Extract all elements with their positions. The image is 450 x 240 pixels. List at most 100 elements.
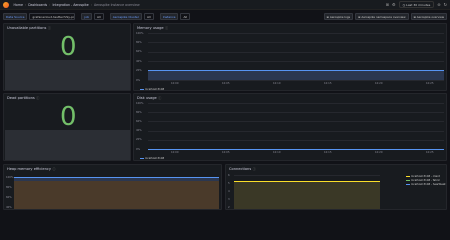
time-range-picker[interactable]: ◷ Last 30 minutes (398, 1, 435, 8)
panel-title-text: Disk usage (137, 95, 157, 100)
memory-series-line (148, 70, 444, 80)
panel-title: Unavailable partitions ⓘ (7, 26, 51, 30)
top-nav-bar: Home › Dashboards › Integration - Aerosp… (0, 0, 450, 10)
breadcrumb-separator: › (24, 2, 27, 7)
info-icon[interactable]: ⓘ (48, 26, 51, 30)
variable-label-cluster: Aerospike Cluster (109, 12, 142, 21)
link-namespace-overview[interactable]: ⊞ Aerospike namespace overview (355, 12, 409, 21)
stat-value: 0 (60, 32, 77, 62)
info-icon[interactable]: ⓘ (36, 96, 39, 100)
legend-item[interactable]: localhost:3148 (140, 157, 164, 160)
breadcrumb-separator: › (90, 2, 93, 7)
legend-swatch (406, 180, 410, 181)
y-axis-tick-label: 20% (136, 69, 142, 73)
y-axis-tick-label: 100% (136, 101, 144, 105)
variable-label-datasource: Data Source (3, 12, 28, 21)
grid-line (148, 130, 444, 132)
panel-memory-usage[interactable]: Memory usage ⓘ 100% 80% 60% 40% 20% 0% 10:00 10… (133, 23, 447, 91)
x-axis-tick-label: 10:25 (426, 82, 434, 85)
link-label: Aerospike logs (329, 14, 351, 19)
legend-item[interactable]: localhost:3148 - fabric (406, 179, 440, 182)
variables-bar: Data Source grafanacloud-testtechhly-pro… (0, 11, 450, 22)
y-axis-tick-label: 80% (6, 185, 12, 189)
grid-line (148, 33, 444, 34)
grid-line (148, 61, 444, 63)
legend-label: localhost:3148 - fabric (411, 179, 441, 182)
y-axis-tick-label: 100% (6, 175, 14, 179)
add-panel-icon[interactable]: ⊞ (386, 2, 389, 7)
breadcrumb-integration[interactable]: Integration - Aerospike (52, 3, 88, 7)
legend-swatch (140, 89, 144, 90)
y-axis-tick-label: 40% (136, 129, 142, 133)
variable-select-datasource[interactable]: grafanacloud-testtechhly-prom (29, 12, 76, 21)
info-icon[interactable]: ⓘ (253, 167, 256, 171)
x-axis-tick-label: 10:20 (375, 151, 383, 154)
settings-icon[interactable]: ⚙ (392, 2, 396, 7)
x-axis-tick-label: 10:05 (222, 151, 230, 154)
x-axis-tick-label: 10:10 (273, 151, 281, 154)
zoom-out-icon[interactable]: ⊖ (437, 2, 440, 7)
stat-sparkline (5, 130, 130, 160)
info-icon[interactable]: ⓘ (52, 167, 55, 171)
panel-title: Memory usage ⓘ (137, 26, 168, 30)
panel-title-text: Dead partitions (7, 95, 35, 100)
y-axis-tick-label: 20% (136, 138, 142, 142)
grafana-logo-icon[interactable] (3, 1, 9, 8)
y-axis-tick-label: 6 (228, 173, 230, 177)
panel-title: Disk usage ⓘ (137, 96, 161, 100)
legend-label: localhost:3148 (145, 157, 165, 160)
legend-swatch (140, 158, 144, 159)
panel-title-text: Unavailable partitions (7, 25, 47, 30)
panel-title: Dead partitions ⓘ (7, 96, 39, 100)
topbar-controls: ⊞ ⚙ ◷ Last 30 minutes ⊖ ↻ (386, 1, 447, 8)
y-axis-tick-label: 80% (136, 40, 142, 44)
panel-title-text: Memory usage (137, 25, 164, 30)
y-axis-tick-label: 40% (136, 59, 142, 63)
y-axis-tick-label: 60% (136, 119, 142, 123)
variable-select-instance[interactable]: All (180, 12, 191, 21)
panel-unavailable-partitions[interactable]: Unavailable partitions ⓘ 0 (3, 23, 131, 91)
variable-label-job: job (81, 12, 92, 21)
grid-line (148, 121, 444, 123)
y-axis-tick-label: 3 (228, 197, 230, 201)
link-label: Aerospike overview (416, 14, 444, 19)
breadcrumb-dashboards[interactable]: Dashboards (28, 3, 47, 7)
y-axis-tick-label: 60% (6, 195, 12, 199)
heap-series-area-orange (14, 181, 219, 209)
panel-heap-memory-efficiency[interactable]: Heap memory efficiency ⓘ 100% 80% 60% 40% (3, 164, 222, 210)
grid-line (148, 139, 444, 141)
stat-sparkline (5, 60, 130, 90)
variable-select-job[interactable]: All (94, 12, 104, 21)
legend-item[interactable]: localhost:3148 - heartbeat (406, 183, 445, 186)
x-axis-tick-label: 10:00 (171, 82, 179, 85)
info-icon[interactable]: ⓘ (158, 96, 161, 100)
y-axis-tick-label: 40% (6, 205, 12, 209)
panel-title-text: Heap memory efficiency (7, 166, 51, 171)
link-aerospike-logs[interactable]: ⊞ Aerospike logs (323, 12, 354, 21)
legend-label: localhost:3148 - client (411, 175, 440, 178)
stat-value: 0 (60, 102, 77, 132)
y-axis-tick-label: 5 (228, 181, 230, 185)
grid-line (148, 42, 444, 44)
refresh-icon[interactable]: ↻ (444, 2, 447, 7)
panel-dead-partitions[interactable]: Dead partitions ⓘ 0 (3, 93, 131, 161)
legend-item[interactable]: localhost:3148 - client (406, 175, 440, 178)
x-axis-tick-label: 10:00 (171, 151, 179, 154)
link-aerospike-overview[interactable]: ⊞ Aerospike overview (410, 12, 447, 21)
y-axis-tick-label: 100% (136, 31, 144, 35)
panel-connections[interactable]: Connections ⓘ 6 5 4 3 2 localhost:3148 - clie… (225, 164, 447, 210)
variable-select-cluster[interactable]: All (143, 12, 154, 21)
legend-item[interactable]: localhost:3148 (140, 88, 164, 91)
time-range-label: Last 30 minutes (406, 2, 431, 7)
panel-title-text: Connections (229, 166, 252, 171)
info-icon[interactable]: ⓘ (165, 26, 168, 30)
breadcrumb-home[interactable]: Home (14, 3, 23, 7)
grid-line (148, 112, 444, 114)
panel-disk-usage[interactable]: Disk usage ⓘ 100% 80% 60% 40% 20% 0% 10:00 10:0… (133, 93, 447, 161)
panel-title: Connections ⓘ (229, 167, 256, 171)
y-axis-tick-label: 0% (136, 78, 141, 82)
grid-line (234, 175, 380, 176)
legend-swatch (406, 176, 410, 177)
panel-title: Heap memory efficiency ⓘ (7, 167, 55, 171)
breadcrumb-current-dashboard: Aerospike Instance overview (94, 2, 140, 7)
